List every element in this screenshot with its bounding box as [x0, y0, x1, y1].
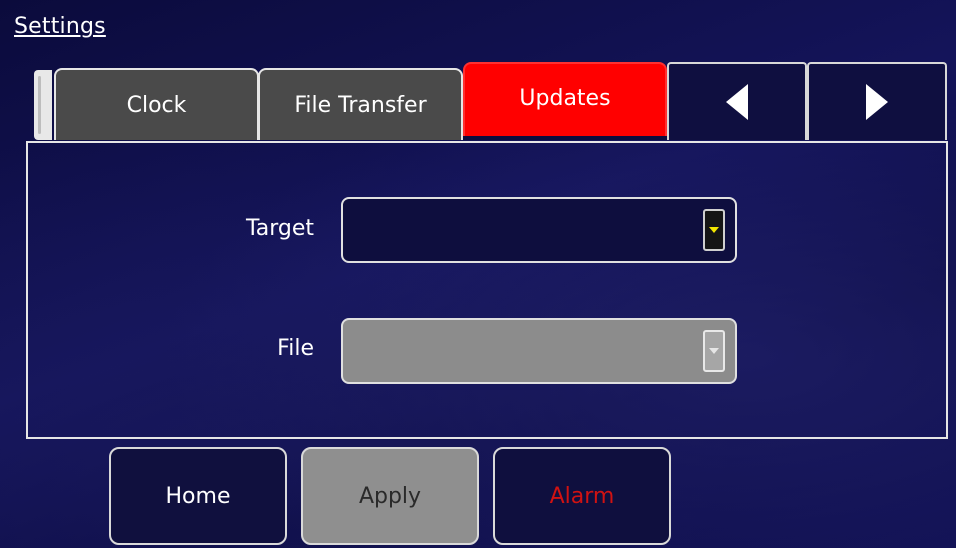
apply-button[interactable]: Apply [301, 447, 479, 545]
updates-panel [26, 141, 948, 439]
page-title: Settings [14, 14, 106, 39]
tab-file-transfer[interactable]: File Transfer [258, 68, 463, 140]
apply-button-label: Apply [358, 483, 422, 509]
alarm-button-label: Alarm [549, 483, 615, 509]
tab-next-button[interactable] [807, 62, 947, 140]
tab-scroll-edge [34, 70, 52, 140]
file-label: File [277, 336, 314, 361]
tab-prev-button[interactable] [667, 62, 807, 140]
chevron-down-icon [709, 227, 719, 233]
settings-screen: Settings Clock File Transfer Updates Tar… [0, 0, 956, 548]
target-dropdown-button[interactable] [703, 209, 725, 251]
tab-file-transfer-label: File Transfer [294, 92, 427, 118]
triangle-left-icon [726, 84, 748, 120]
home-button-label: Home [165, 483, 231, 509]
home-button[interactable]: Home [109, 447, 287, 545]
chevron-down-icon [709, 348, 719, 354]
triangle-right-icon [866, 84, 888, 120]
target-dropdown[interactable] [341, 197, 737, 263]
tab-updates[interactable]: Updates [463, 62, 667, 140]
file-dropdown-button[interactable] [703, 330, 725, 372]
tab-clock-label: Clock [126, 92, 187, 118]
target-label: Target [245, 216, 314, 241]
alarm-button[interactable]: Alarm [493, 447, 671, 545]
tab-clock[interactable]: Clock [54, 68, 259, 140]
file-dropdown[interactable] [341, 318, 737, 384]
tab-updates-label: Updates [519, 86, 611, 111]
